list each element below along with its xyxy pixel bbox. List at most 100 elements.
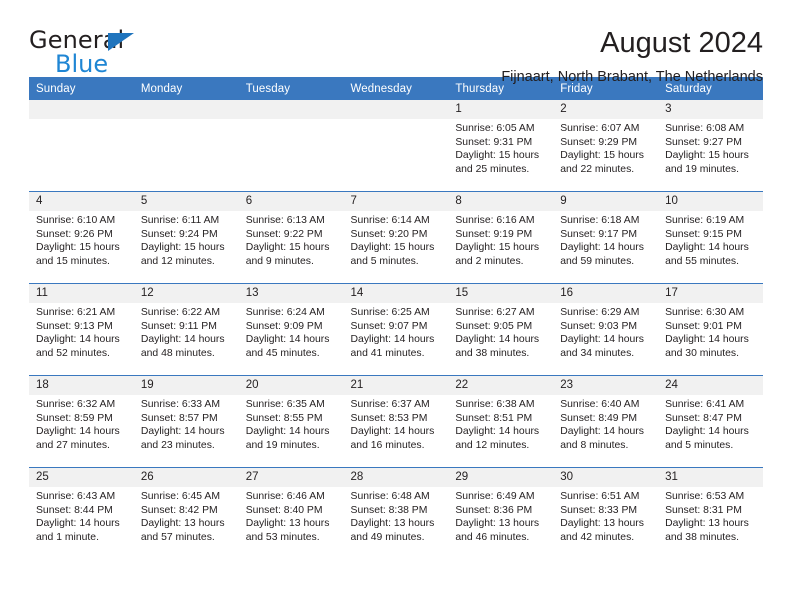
page-title: August 2024 bbox=[600, 27, 763, 59]
daylight-text-line2: and 16 minutes. bbox=[350, 439, 425, 451]
sunrise-text: Sunrise: 6:22 AM bbox=[140, 307, 220, 318]
calendar-day-cell[interactable]: 8 Sunrise: 6:16 AM Sunset: 9:19 PM Daylight… bbox=[448, 191, 554, 284]
sunset-text: Sunset: 9:17 PM bbox=[560, 228, 638, 240]
daylight-text-line2: and 41 minutes. bbox=[350, 347, 425, 359]
daylight-text-line2: and 9 minutes. bbox=[245, 255, 314, 267]
day-number bbox=[133, 100, 239, 119]
daylight-text-line1: Daylight: 14 hours bbox=[36, 426, 120, 438]
calendar-day-cell[interactable] bbox=[133, 100, 239, 192]
calendar-day-cell[interactable]: 28 Sunrise: 6:48 AM Sunset: 8:38 PM Dayligh… bbox=[343, 467, 449, 559]
calendar-day-cell[interactable] bbox=[238, 100, 344, 192]
sunset-text: Sunset: 8:31 PM bbox=[665, 504, 742, 516]
sunrise-text: Sunrise: 6:25 AM bbox=[350, 307, 430, 318]
daylight-text-line1: Daylight: 14 hours bbox=[140, 426, 225, 438]
daylight-text-line2: and 8 minutes. bbox=[560, 439, 629, 451]
sunset-text: Sunset: 9:03 PM bbox=[560, 320, 638, 332]
calendar-week-row: 1 Sunrise: 6:05 AM Sunset: 9:31 PM Daylight… bbox=[29, 100, 763, 192]
calendar-day-cell[interactable]: 30 Sunrise: 6:51 AM Sunset: 8:33 PM Dayligh… bbox=[553, 467, 659, 559]
day-details: Sunrise: 6:11 AM Sunset: 9:24 PM Daylight:… bbox=[134, 211, 239, 268]
day-number: 7 bbox=[343, 192, 449, 211]
sunset-text: Sunset: 8:40 PM bbox=[245, 504, 323, 516]
daylight-text-line1: Daylight: 13 hours bbox=[665, 518, 749, 530]
daylight-text-line2: and 46 minutes. bbox=[455, 531, 530, 543]
day-number bbox=[238, 100, 344, 119]
day-details: Sunrise: 6:35 AM Sunset: 8:55 PM Daylight:… bbox=[239, 395, 344, 452]
day-details: Sunrise: 6:53 AM Sunset: 8:31 PM Daylight:… bbox=[658, 487, 763, 544]
sunrise-text: Sunrise: 6:30 AM bbox=[665, 307, 745, 318]
sunrise-text: Sunrise: 6:07 AM bbox=[560, 123, 640, 134]
triangle-icon bbox=[108, 33, 134, 51]
day-details: Sunrise: 6:40 AM Sunset: 8:49 PM Daylight:… bbox=[553, 395, 658, 452]
sunrise-text: Sunrise: 6:32 AM bbox=[36, 399, 116, 410]
calendar-day-cell[interactable]: 5 Sunrise: 6:11 AM Sunset: 9:24 PM Daylight… bbox=[133, 191, 239, 284]
calendar-day-cell[interactable]: 6 Sunrise: 6:13 AM Sunset: 9:22 PM Daylight… bbox=[238, 191, 344, 284]
sunrise-text: Sunrise: 6:38 AM bbox=[455, 399, 535, 410]
daylight-text-line1: Daylight: 15 hours bbox=[350, 242, 435, 254]
month-calendar: Sunday Monday Tuesday Wednesday Thursday… bbox=[29, 77, 763, 559]
calendar-day-cell[interactable]: 14 Sunrise: 6:25 AM Sunset: 9:07 PM Dayligh… bbox=[343, 283, 449, 376]
day-details: Sunrise: 6:14 AM Sunset: 9:20 PM Daylight:… bbox=[344, 211, 449, 268]
calendar-day-cell[interactable]: 4 Sunrise: 6:10 AM Sunset: 9:26 PM Daylight… bbox=[29, 191, 134, 284]
daylight-text-line1: Daylight: 13 hours bbox=[455, 518, 540, 530]
daylight-text-line1: Daylight: 15 hours bbox=[455, 242, 540, 254]
day-number bbox=[29, 100, 134, 119]
daylight-text-line1: Daylight: 14 hours bbox=[245, 426, 330, 438]
calendar-week-row: 11 Sunrise: 6:21 AM Sunset: 9:13 PM Dayligh… bbox=[29, 283, 763, 376]
calendar-day-cell[interactable]: 15 Sunrise: 6:27 AM Sunset: 9:05 PM Dayligh… bbox=[448, 283, 554, 376]
calendar-day-cell[interactable]: 13 Sunrise: 6:24 AM Sunset: 9:09 PM Dayligh… bbox=[238, 283, 344, 376]
calendar-day-cell[interactable]: 26 Sunrise: 6:45 AM Sunset: 8:42 PM Dayligh… bbox=[133, 467, 239, 559]
calendar-day-cell[interactable]: 23 Sunrise: 6:40 AM Sunset: 8:49 PM Dayligh… bbox=[553, 375, 659, 468]
day-number: 8 bbox=[448, 192, 554, 211]
calendar-day-cell[interactable]: 3 Sunrise: 6:08 AM Sunset: 9:27 PM Daylight… bbox=[658, 100, 763, 192]
sunrise-text: Sunrise: 6:10 AM bbox=[36, 215, 116, 226]
calendar-day-cell[interactable]: 17 Sunrise: 6:30 AM Sunset: 9:01 PM Dayligh… bbox=[658, 283, 763, 376]
sunset-text: Sunset: 8:59 PM bbox=[36, 412, 113, 424]
sunset-text: Sunset: 8:53 PM bbox=[350, 412, 428, 424]
calendar-day-cell[interactable]: 12 Sunrise: 6:22 AM Sunset: 9:11 PM Dayligh… bbox=[133, 283, 239, 376]
day-details: Sunrise: 6:43 AM Sunset: 8:44 PM Daylight:… bbox=[29, 487, 134, 544]
calendar-day-cell[interactable]: 2 Sunrise: 6:07 AM Sunset: 9:29 PM Daylight… bbox=[553, 100, 659, 192]
day-number: 4 bbox=[29, 192, 134, 211]
calendar-day-cell[interactable]: 16 Sunrise: 6:29 AM Sunset: 9:03 PM Dayligh… bbox=[553, 283, 659, 376]
calendar-day-cell[interactable]: 19 Sunrise: 6:33 AM Sunset: 8:57 PM Dayligh… bbox=[133, 375, 239, 468]
calendar-day-cell[interactable]: 1 Sunrise: 6:05 AM Sunset: 9:31 PM Daylight… bbox=[448, 100, 554, 192]
calendar-day-cell[interactable]: 27 Sunrise: 6:46 AM Sunset: 8:40 PM Dayligh… bbox=[238, 467, 344, 559]
calendar-day-cell[interactable]: 9 Sunrise: 6:18 AM Sunset: 9:17 PM Daylight… bbox=[553, 191, 659, 284]
day-number: 29 bbox=[448, 468, 554, 487]
calendar-day-cell[interactable]: 31 Sunrise: 6:53 AM Sunset: 8:31 PM Dayligh… bbox=[658, 467, 763, 559]
daylight-text-line2: and 12 minutes. bbox=[140, 255, 215, 267]
calendar-day-cell[interactable]: 10 Sunrise: 6:19 AM Sunset: 9:15 PM Dayligh… bbox=[658, 191, 763, 284]
daylight-text-line1: Daylight: 14 hours bbox=[455, 426, 540, 438]
calendar-day-cell[interactable]: 29 Sunrise: 6:49 AM Sunset: 8:36 PM Dayligh… bbox=[448, 467, 554, 559]
day-number: 3 bbox=[658, 100, 763, 119]
sunset-text: Sunset: 9:24 PM bbox=[140, 228, 218, 240]
sunset-text: Sunset: 9:20 PM bbox=[350, 228, 428, 240]
day-number: 19 bbox=[133, 376, 239, 395]
day-details: Sunrise: 6:16 AM Sunset: 9:19 PM Daylight:… bbox=[448, 211, 553, 268]
sunrise-text: Sunrise: 6:35 AM bbox=[245, 399, 325, 410]
calendar-day-cell[interactable] bbox=[29, 100, 134, 192]
day-details: Sunrise: 6:27 AM Sunset: 9:05 PM Daylight:… bbox=[448, 303, 553, 360]
day-number: 24 bbox=[658, 376, 763, 395]
daylight-text-line2: and 5 minutes. bbox=[350, 255, 419, 267]
calendar-day-cell[interactable]: 7 Sunrise: 6:14 AM Sunset: 9:20 PM Daylight… bbox=[343, 191, 449, 284]
calendar-day-cell[interactable]: 11 Sunrise: 6:21 AM Sunset: 9:13 PM Dayligh… bbox=[29, 283, 134, 376]
calendar-day-cell[interactable]: 20 Sunrise: 6:35 AM Sunset: 8:55 PM Dayligh… bbox=[238, 375, 344, 468]
day-number: 13 bbox=[238, 284, 344, 303]
day-details: Sunrise: 6:37 AM Sunset: 8:53 PM Daylight:… bbox=[344, 395, 449, 452]
location-subtitle: Fijnaart, North Brabant, The Netherlands bbox=[501, 69, 763, 85]
calendar-day-cell[interactable]: 24 Sunrise: 6:41 AM Sunset: 8:47 PM Dayligh… bbox=[658, 375, 763, 468]
calendar-day-cell[interactable]: 22 Sunrise: 6:38 AM Sunset: 8:51 PM Dayligh… bbox=[448, 375, 554, 468]
calendar-day-cell[interactable]: 18 Sunrise: 6:32 AM Sunset: 8:59 PM Dayligh… bbox=[29, 375, 134, 468]
sunrise-text: Sunrise: 6:11 AM bbox=[140, 215, 220, 226]
day-details: Sunrise: 6:33 AM Sunset: 8:57 PM Daylight:… bbox=[134, 395, 239, 452]
day-number: 17 bbox=[658, 284, 763, 303]
calendar-day-cell[interactable]: 25 Sunrise: 6:43 AM Sunset: 8:44 PM Dayligh… bbox=[29, 467, 134, 559]
daylight-text-line1: Daylight: 14 hours bbox=[36, 334, 120, 346]
sunrise-text: Sunrise: 6:33 AM bbox=[140, 399, 220, 410]
day-details: Sunrise: 6:24 AM Sunset: 9:09 PM Daylight:… bbox=[239, 303, 344, 360]
calendar-day-cell[interactable] bbox=[343, 100, 449, 192]
general-blue-logo[interactable]: General Blue bbox=[29, 26, 149, 78]
day-details: Sunrise: 6:08 AM Sunset: 9:27 PM Daylight:… bbox=[658, 119, 763, 176]
calendar-day-cell[interactable]: 21 Sunrise: 6:37 AM Sunset: 8:53 PM Dayligh… bbox=[343, 375, 449, 468]
